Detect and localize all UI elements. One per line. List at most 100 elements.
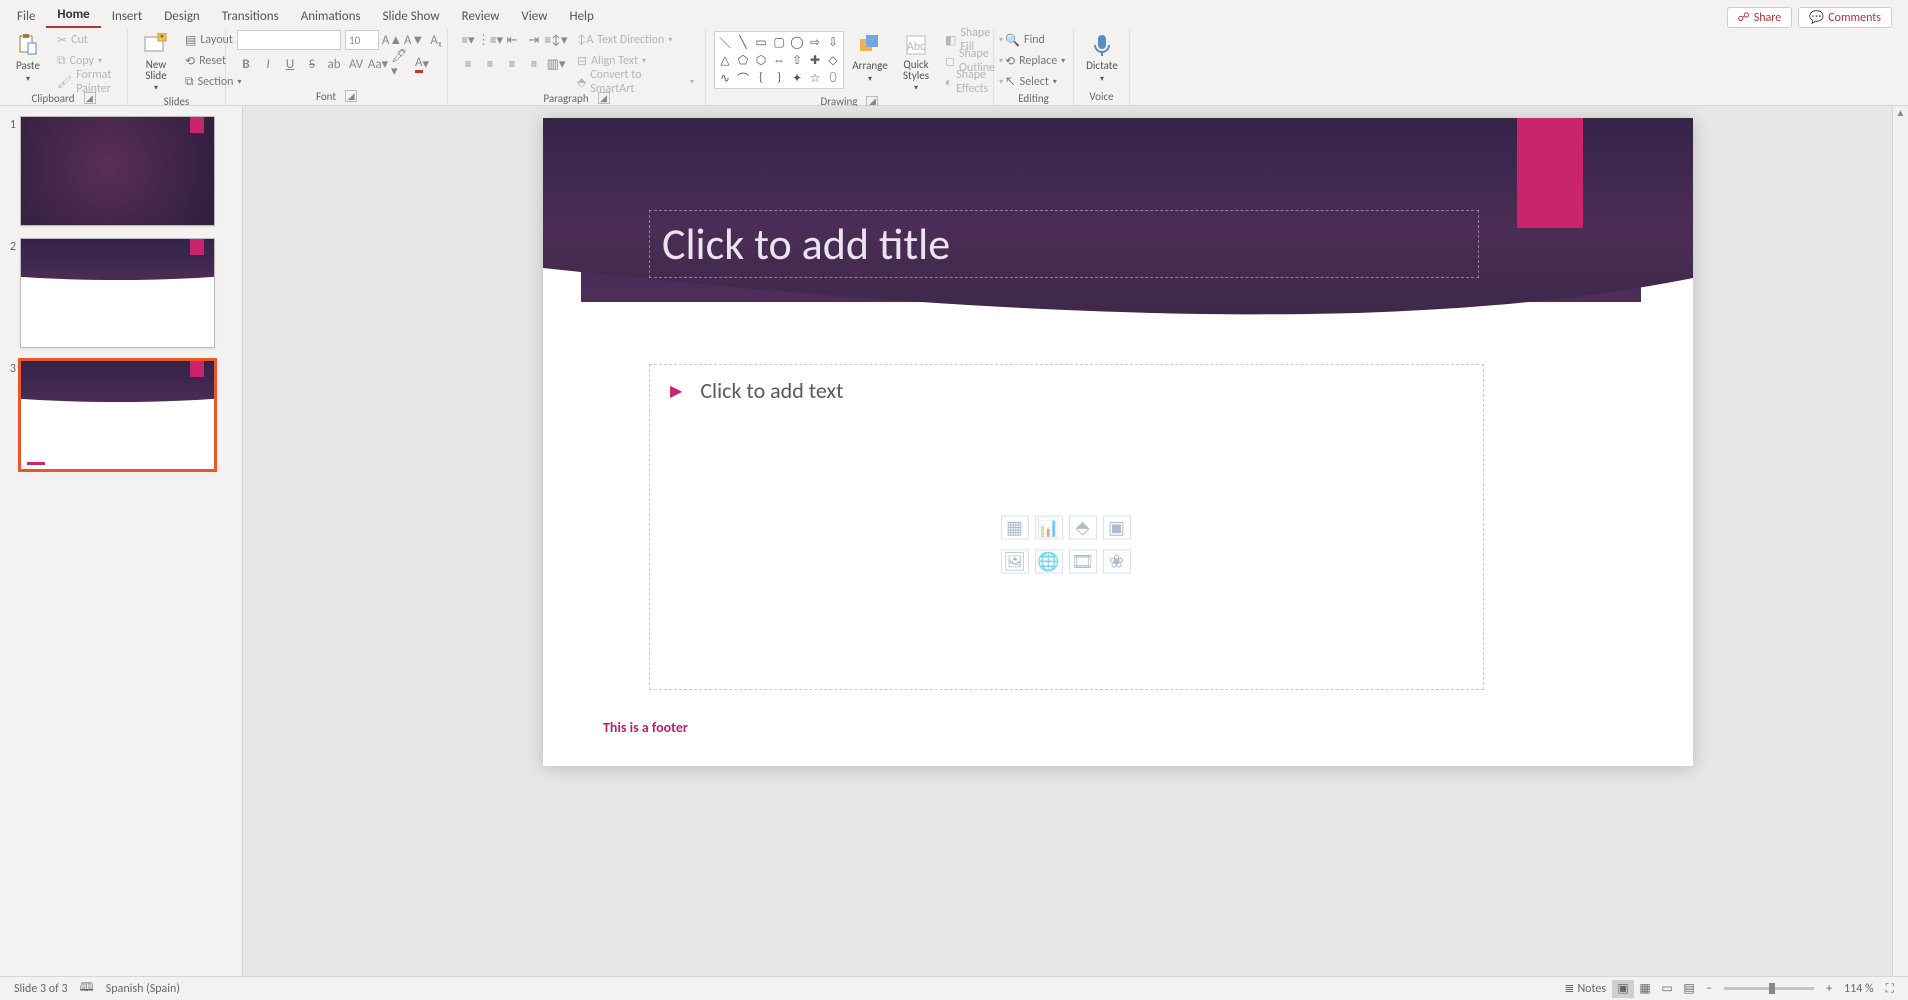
paste-button[interactable]: Paste ▾	[8, 31, 48, 86]
new-slide-button[interactable]: ✶ New Slide ▾	[136, 31, 176, 95]
dictate-button[interactable]: Dictate▾	[1082, 31, 1122, 86]
change-case-button[interactable]: Aa▾	[369, 55, 387, 73]
tab-slideshow[interactable]: Slide Show	[372, 5, 451, 28]
select-button[interactable]: ↖Select▾	[1002, 73, 1068, 91]
decrease-indent-button[interactable]: ⇤	[503, 31, 521, 49]
font-dialog-launcher[interactable]: ◢	[345, 90, 357, 102]
format-painter-button[interactable]: 🖌Format Painter	[54, 73, 119, 91]
tab-animations[interactable]: Animations	[290, 5, 372, 28]
normal-view-button[interactable]: ▣	[1612, 980, 1634, 998]
tab-transitions[interactable]: Transitions	[211, 5, 290, 28]
tab-view[interactable]: View	[510, 5, 558, 28]
zoom-level[interactable]: 114 %	[1838, 982, 1880, 996]
insert-chart-icon[interactable]: 📊	[1035, 515, 1063, 539]
shape-brace-icon[interactable]: {	[753, 70, 769, 86]
shape-darrow-icon[interactable]: ⇩	[825, 34, 841, 50]
font-name-input[interactable]	[237, 30, 341, 50]
shape-diamond-icon[interactable]: ◇	[825, 52, 841, 68]
justify-button[interactable]: ≡	[525, 55, 543, 73]
shape-tri-icon[interactable]: △	[717, 52, 733, 68]
font-size-input[interactable]	[345, 30, 379, 50]
text-direction-button[interactable]: ↕AText Direction▾	[574, 31, 697, 49]
zoom-slider[interactable]	[1724, 987, 1814, 990]
insert-3d-icon[interactable]: ▣	[1103, 515, 1131, 539]
shape-penta-icon[interactable]: ⬠	[735, 52, 751, 68]
shape-rarrow-icon[interactable]: ⇨	[807, 34, 823, 50]
increase-indent-button[interactable]: ⇥	[525, 31, 543, 49]
zoom-in-button[interactable]: +	[1820, 982, 1838, 996]
find-button[interactable]: 🔍Find	[1002, 31, 1068, 49]
tab-file[interactable]: File	[6, 5, 46, 28]
arrange-button[interactable]: Arrange▾	[850, 31, 890, 86]
slide-thumbnail-1[interactable]	[20, 116, 215, 226]
zoom-out-button[interactable]: −	[1700, 982, 1718, 996]
shape-brace2-icon[interactable]: }	[771, 70, 787, 86]
columns-button[interactable]: ▥▾	[547, 55, 565, 73]
slide-footer[interactable]: This is a footer	[603, 719, 688, 736]
insert-smartart-icon[interactable]: ⬘	[1069, 515, 1097, 539]
align-left-button[interactable]: ≡	[459, 55, 477, 73]
slide-thumbnail-2[interactable]	[20, 238, 215, 348]
tab-design[interactable]: Design	[153, 5, 210, 28]
shape-line-icon[interactable]: ＼	[717, 34, 733, 50]
font-color-button[interactable]: A▾	[413, 55, 431, 73]
slide[interactable]: Click to add title ▶ Click to add text ▦…	[543, 118, 1693, 766]
bullets-button[interactable]: ≡▾	[459, 31, 477, 49]
clear-format-icon[interactable]: Aᵪ	[427, 31, 445, 49]
slideshow-view-button[interactable]: ▤	[1678, 980, 1700, 998]
insert-picture-icon[interactable]: 🖼	[1001, 549, 1029, 573]
italic-button[interactable]: I	[259, 55, 277, 73]
status-spellcheck[interactable]: 🕮	[74, 978, 100, 999]
reading-view-button[interactable]: ▭	[1656, 980, 1678, 998]
status-slide-number[interactable]: Slide 3 of 3	[8, 982, 74, 996]
shape-roundrect-icon[interactable]: ▢	[771, 34, 787, 50]
quick-styles-button[interactable]: Abc Quick Styles▾	[896, 31, 936, 95]
shape-line2-icon[interactable]: ╲	[735, 34, 751, 50]
strike-button[interactable]: S	[303, 55, 321, 73]
align-center-button[interactable]: ≡	[481, 55, 499, 73]
char-spacing-button[interactable]: AV	[347, 55, 365, 73]
increase-font-icon[interactable]: A▲	[383, 31, 401, 49]
shapes-gallery[interactable]: ＼ ╲ ▭ ▢ ◯ ⇨ ⇩ △ ⬠ ⬡ ⇔ ⇧ ✚ ◇ ∿ ⌒ { } ✦ ☆	[714, 31, 844, 89]
slide-thumbnails-pane[interactable]: 1 2 3	[0, 106, 243, 976]
sorter-view-button[interactable]: ▦	[1634, 980, 1656, 998]
shape-hex-icon[interactable]: ⬡	[753, 52, 769, 68]
line-spacing-button[interactable]: ≡↕▾	[547, 31, 565, 49]
align-right-button[interactable]: ≡	[503, 55, 521, 73]
convert-smartart-button[interactable]: ⬘Convert to SmartArt▾	[574, 73, 697, 91]
shape-uarrow-icon[interactable]: ⇧	[789, 52, 805, 68]
share-button[interactable]: ☍Share	[1727, 7, 1793, 28]
shape-oval-icon[interactable]: ◯	[789, 34, 805, 50]
tab-help[interactable]: Help	[558, 5, 604, 28]
paragraph-dialog-launcher[interactable]: ◢	[598, 92, 610, 104]
shape-arc-icon[interactable]: ⌒	[735, 70, 751, 86]
fit-to-window-button[interactable]: ⛶	[1880, 982, 1900, 996]
underline-button[interactable]: U	[281, 55, 299, 73]
replace-button[interactable]: ⟲Replace▾	[1002, 52, 1068, 70]
insert-online-picture-icon[interactable]: 🌐	[1035, 549, 1063, 573]
shadow-button[interactable]: ab	[325, 55, 343, 73]
highlight-button[interactable]: 🖊▾	[391, 55, 409, 73]
insert-table-icon[interactable]: ▦	[1001, 515, 1029, 539]
shape-lrarrow-icon[interactable]: ⇔	[771, 52, 787, 68]
insert-video-icon[interactable]: 🎞	[1069, 549, 1097, 573]
content-placeholder[interactable]: ▶ Click to add text ▦ 📊 ⬘ ▣ 🖼 🌐 🎞 ❀	[649, 364, 1484, 690]
shape-star5-icon[interactable]: ☆	[807, 70, 823, 86]
decrease-font-icon[interactable]: A▼	[405, 31, 423, 49]
tab-insert[interactable]: Insert	[101, 5, 154, 28]
numbering-button[interactable]: ⋮≡▾	[481, 31, 499, 49]
notes-button[interactable]: ≣Notes	[1558, 981, 1612, 996]
clipboard-dialog-launcher[interactable]: ◢	[84, 92, 96, 104]
comments-button[interactable]: 💬Comments	[1798, 7, 1892, 28]
status-language[interactable]: Spanish (Spain)	[100, 982, 186, 996]
title-placeholder[interactable]: Click to add title	[649, 210, 1479, 278]
vertical-scrollbar[interactable]: ▲	[1892, 106, 1908, 976]
tab-home[interactable]: Home	[46, 3, 100, 28]
tab-review[interactable]: Review	[451, 5, 511, 28]
bold-button[interactable]: B	[237, 55, 255, 73]
shape-callout-icon[interactable]: ⬯	[825, 70, 841, 86]
cut-button[interactable]: ✂Cut	[54, 31, 119, 49]
shape-curve-icon[interactable]: ∿	[717, 70, 733, 86]
insert-icon-icon[interactable]: ❀	[1103, 549, 1131, 573]
shape-plus-icon[interactable]: ✚	[807, 52, 823, 68]
